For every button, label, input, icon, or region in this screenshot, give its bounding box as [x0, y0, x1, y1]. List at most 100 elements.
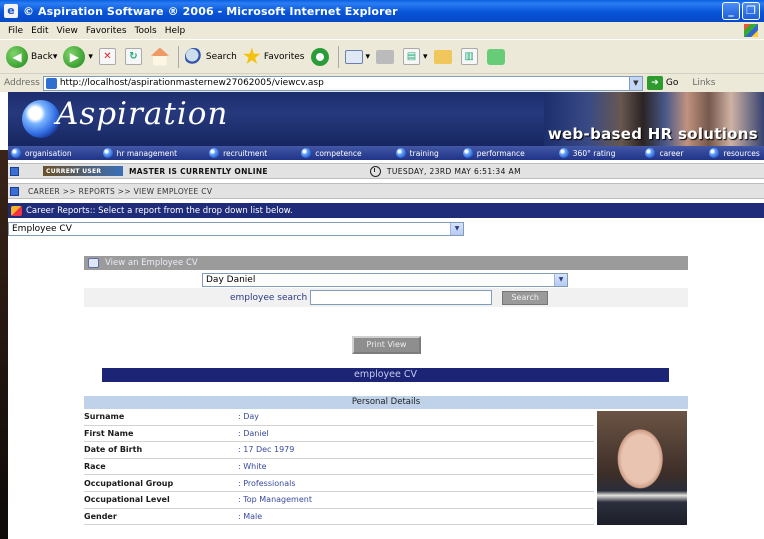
nav-competence[interactable]: competence [301, 148, 362, 158]
restore-button[interactable]: ❐ [742, 2, 760, 20]
mail-button[interactable]: ▾ [344, 49, 370, 64]
employee-select-value: Day Daniel [206, 275, 256, 285]
personal-details-table: Surname: Day First Name: Daniel Date of … [84, 409, 594, 526]
nav-career[interactable]: career [645, 148, 683, 158]
desktop-edge [0, 150, 8, 539]
folder-icon [433, 49, 452, 64]
forward-arrow-icon: ▶ [63, 45, 86, 68]
go-button[interactable]: Go [666, 78, 678, 88]
nav-bullet-icon [645, 148, 656, 158]
research-button[interactable]: ▥ [460, 48, 481, 65]
nav-360-rating[interactable]: 360° rating [558, 148, 615, 158]
status-square-icon [10, 166, 19, 176]
site-tagline: web-based HR solutions [547, 125, 758, 143]
edit-icon: ▤ [403, 48, 421, 65]
nav-performance[interactable]: performance [462, 148, 525, 158]
refresh-icon: ↻ [124, 48, 142, 65]
field-value: : Male [238, 511, 263, 521]
links-button[interactable]: Links [692, 78, 715, 88]
menu-help[interactable]: Help [165, 26, 186, 36]
employee-search-row: employee search Search [84, 288, 688, 307]
view-cv-heading: View an Employee CV [105, 258, 198, 268]
address-dropdown-icon[interactable]: ▼ [628, 76, 642, 90]
edit-button[interactable]: ▤ ▾ [403, 48, 428, 65]
career-reports-heading: Career Reports:: Select a report from th… [26, 205, 293, 216]
print-view-button[interactable]: Print View [352, 336, 421, 354]
stop-button[interactable]: ✕ [98, 48, 119, 65]
go-arrow-icon[interactable]: ➜ [646, 76, 663, 90]
back-arrow-icon: ◀ [6, 45, 28, 68]
site-logo[interactable]: Aspiration [56, 96, 228, 132]
stop-icon: ✕ [98, 48, 116, 65]
chevron-down-icon[interactable]: ▼ [450, 223, 463, 235]
star-icon [243, 47, 261, 64]
table-row: Date of Birth : 17 Dec 1979 [84, 442, 594, 459]
menu-view[interactable]: View [57, 26, 78, 36]
breadcrumb-square-icon [10, 186, 19, 196]
field-label: Race [84, 462, 106, 472]
field-value: : Professionals [238, 478, 296, 488]
report-select[interactable]: Employee CV ▼ [8, 222, 464, 236]
folder-button[interactable] [433, 49, 455, 64]
search-button[interactable]: Search [184, 47, 237, 66]
breadcrumb-text: CAREER >> REPORTS >> VIEW EMPLOYEE CV [28, 186, 213, 196]
field-value: : Daniel [238, 428, 269, 438]
personal-details-heading: Personal Details [84, 396, 688, 409]
minimize-button[interactable]: _ [722, 2, 740, 20]
table-row: Occupational Group : Professionals [84, 475, 594, 492]
address-label: Address [4, 78, 40, 88]
online-status: MASTER IS CURRENTLY ONLINE [129, 166, 268, 176]
nav-organisation[interactable]: organisation [11, 148, 72, 158]
nav-training[interactable]: training [395, 148, 439, 158]
window-title: © Aspiration Software ® 2006 - Microsoft… [23, 4, 398, 18]
address-bar: Address http://localhost/aspirationmaste… [0, 73, 764, 92]
field-label: Date of Birth [84, 445, 143, 455]
menu-edit[interactable]: Edit [31, 26, 48, 36]
employee-photo [597, 411, 687, 525]
field-label: Gender [84, 511, 117, 521]
refresh-button[interactable]: ↻ [124, 48, 145, 65]
table-row: Gender : Male [84, 509, 594, 526]
nav-bullet-icon [11, 148, 21, 158]
employee-select[interactable]: Day Daniel ▼ [202, 273, 568, 287]
reports-icon [11, 205, 22, 216]
nav-resources[interactable]: resources [709, 148, 760, 158]
field-value: : Day [238, 412, 260, 422]
home-button[interactable] [150, 47, 172, 66]
table-row: Race : White [84, 459, 594, 476]
nav-bullet-icon [709, 148, 720, 158]
current-user-badge: CURRENT USER [43, 166, 123, 176]
field-label: Occupational Group [84, 478, 174, 488]
clock-icon [369, 165, 381, 177]
print-toolbar-button[interactable] [376, 49, 397, 64]
field-value: : 17 Dec 1979 [238, 445, 295, 455]
menu-favorites[interactable]: Favorites [86, 26, 127, 36]
history-button[interactable] [310, 47, 332, 66]
toolbar: ◀ Back ▾ ▶ ▾ ✕ ↻ Search Favorites ▾ ▤ ▾ ▥ [0, 39, 764, 73]
field-label: Occupational Level [84, 495, 170, 505]
nav-recruitment[interactable]: recruitment [209, 148, 267, 158]
nav-bullet-icon [209, 148, 220, 158]
ie-icon: e [4, 4, 18, 18]
research-icon: ▥ [460, 48, 478, 65]
history-icon [310, 47, 329, 66]
aspiration-logo-icon [22, 100, 60, 138]
forward-button[interactable]: ▶ ▾ [63, 45, 93, 68]
nav-bullet-icon [462, 148, 473, 158]
search-button[interactable]: Search [502, 290, 549, 305]
career-reports-header: Career Reports:: Select a report from th… [8, 203, 764, 218]
menu-tools[interactable]: Tools [135, 26, 157, 36]
current-datetime: TUESDAY, 23RD MAY 6:51:34 AM [386, 166, 521, 176]
chevron-down-icon[interactable]: ▼ [554, 274, 567, 286]
browser-window: e © Aspiration Software ® 2006 - Microso… [0, 0, 764, 539]
nav-bullet-icon [558, 148, 569, 158]
address-input[interactable]: http://localhost/aspirationmasternew2706… [42, 75, 643, 91]
favorites-button[interactable]: Favorites [243, 47, 305, 66]
nav-hr-management[interactable]: hr management [102, 148, 177, 158]
menu-bar: File Edit View Favorites Tools Help [0, 22, 764, 39]
employee-search-input[interactable] [310, 290, 493, 305]
field-value: : White [238, 462, 267, 472]
back-button[interactable]: ◀ Back ▾ [6, 45, 57, 68]
messenger-button[interactable] [486, 48, 508, 65]
menu-file[interactable]: File [8, 26, 23, 36]
